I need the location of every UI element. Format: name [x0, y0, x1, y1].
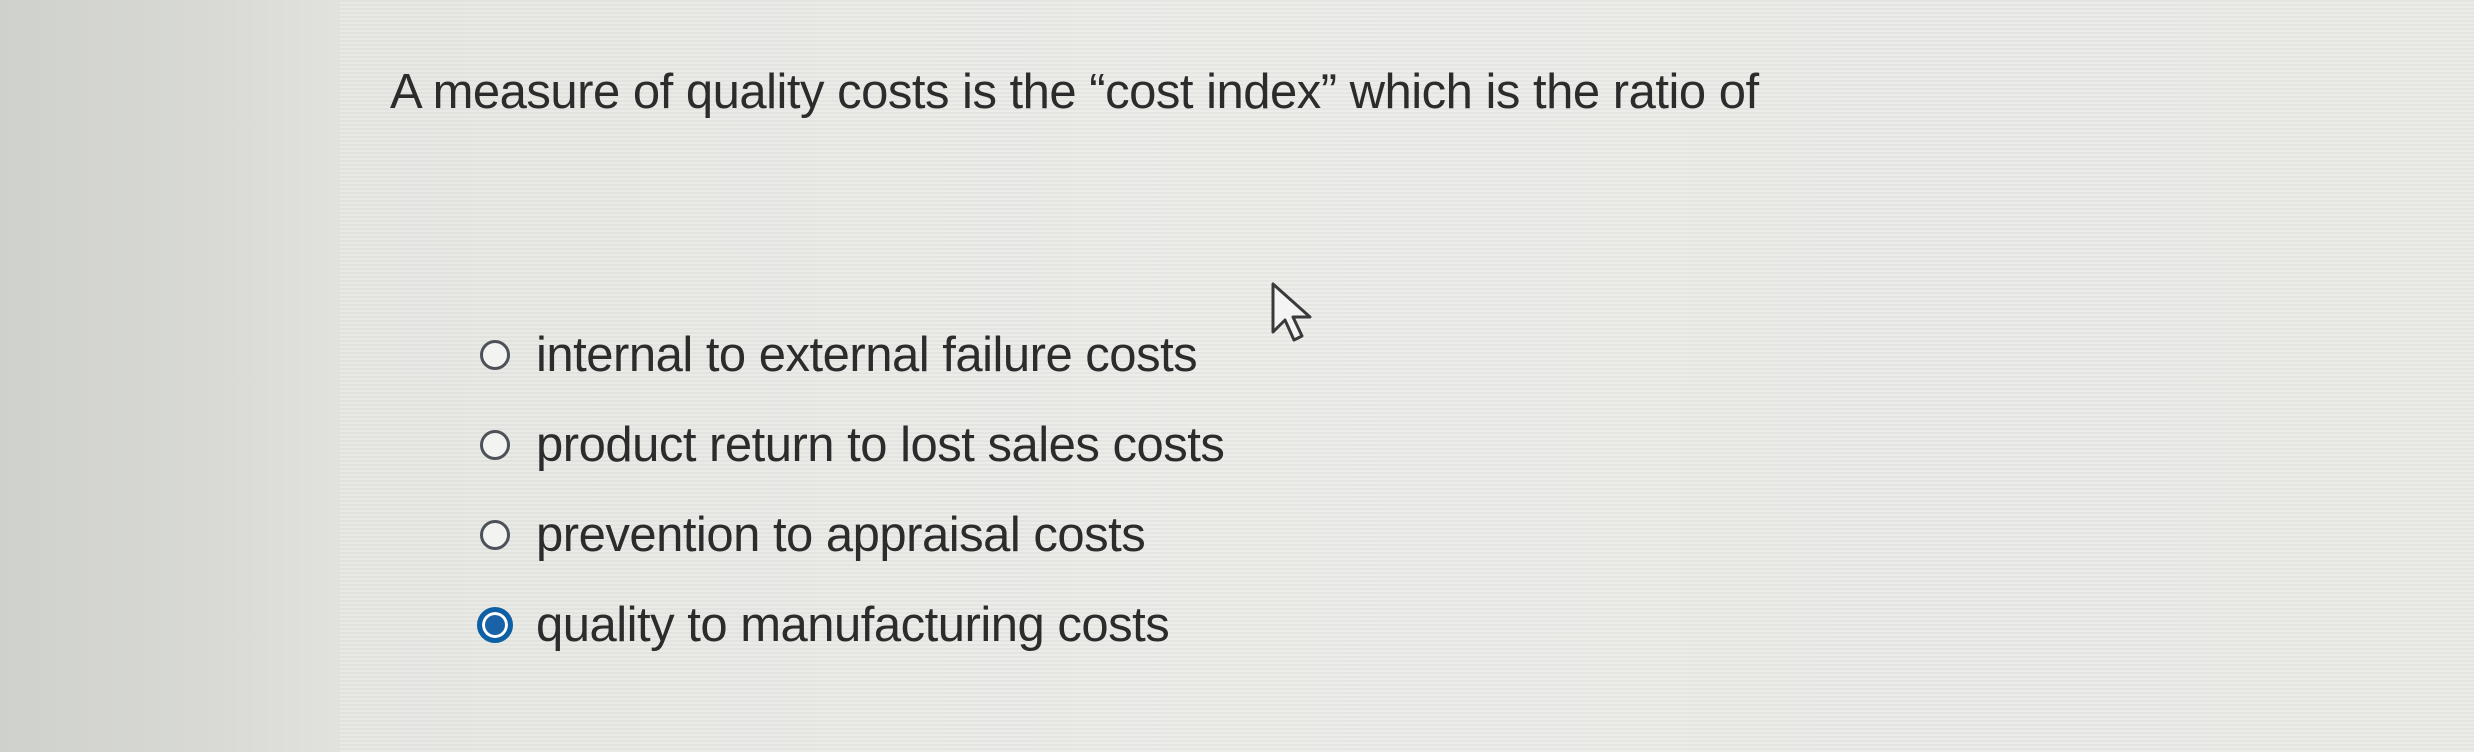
question-card: A measure of quality costs is the “cost … [340, 0, 2474, 752]
answer-option-product-return[interactable]: product return to lost sales costs [480, 400, 1225, 490]
radio-button-checked[interactable] [477, 607, 513, 643]
mouse-pointer-icon [1271, 282, 1312, 342]
answer-option-label: quality to manufacturing costs [536, 598, 1170, 652]
answer-option-label: prevention to appraisal costs [536, 508, 1146, 562]
radio-button-unchecked[interactable] [480, 520, 510, 550]
answer-options: internal to external failure costs produ… [477, 310, 1225, 670]
answer-option-label: internal to external failure costs [536, 328, 1198, 382]
answer-option-label: product return to lost sales costs [536, 418, 1225, 472]
answer-option-quality-manufacturing[interactable]: quality to manufacturing costs [477, 580, 1224, 670]
radio-button-unchecked[interactable] [480, 430, 510, 460]
left-side-panel [0, 0, 340, 752]
answer-option-prevention-appraisal[interactable]: prevention to appraisal costs [480, 490, 1224, 580]
answer-option-internal-external[interactable]: internal to external failure costs [480, 310, 1224, 400]
radio-button-unchecked[interactable] [480, 340, 510, 370]
question-prompt: A measure of quality costs is the “cost … [390, 65, 1759, 119]
